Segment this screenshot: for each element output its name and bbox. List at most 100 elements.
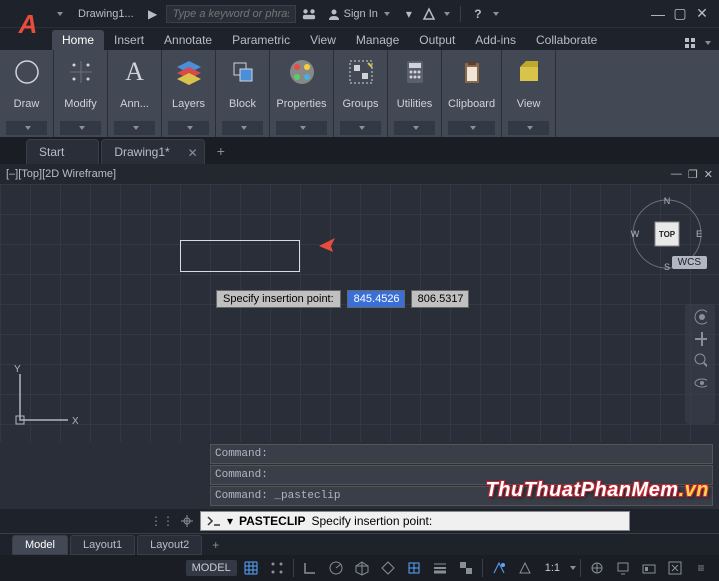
customize-icon[interactable] — [180, 514, 194, 528]
chevron-down-icon[interactable] — [705, 41, 711, 45]
grid-display-icon[interactable] — [239, 558, 263, 578]
chevron-down-icon[interactable] — [493, 12, 499, 16]
file-tab-current[interactable]: Drawing1*✕ — [101, 139, 204, 164]
recent-play-icon[interactable]: ▶ — [146, 7, 160, 21]
ucs-icon[interactable]: Y X — [8, 364, 78, 434]
file-tab-start[interactable]: Start — [26, 139, 99, 164]
panel-expand[interactable] — [60, 121, 101, 135]
close-button[interactable]: ✕ — [695, 7, 709, 21]
ortho-icon[interactable] — [298, 558, 322, 578]
search-input[interactable] — [166, 5, 296, 23]
ribbon-panel-utilities[interactable]: Utilities — [388, 50, 442, 137]
groups-icon — [345, 56, 377, 88]
ribbon-tab-addins[interactable]: Add-ins — [465, 30, 526, 50]
anno-scale-value[interactable]: 1:1 — [539, 560, 566, 576]
workspace-icon[interactable] — [585, 558, 609, 578]
annovisibility-icon[interactable] — [513, 558, 537, 578]
autosnap-icon[interactable] — [402, 558, 426, 578]
ribbon-tabs: Home Insert Annotate Parametric View Man… — [0, 28, 719, 50]
ribbon-panel-modify[interactable]: Modify — [54, 50, 108, 137]
ribbon-panel-draw[interactable]: Draw — [0, 50, 54, 137]
ribbon-panel-view[interactable]: View — [502, 50, 556, 137]
app-icon[interactable] — [422, 7, 436, 21]
ribbon-tab-parametric[interactable]: Parametric — [222, 30, 300, 50]
panel-expand[interactable] — [276, 121, 327, 135]
y-coord-input[interactable]: 806.5317 — [411, 290, 469, 308]
zoom-icon[interactable] — [693, 354, 707, 368]
panel-expand[interactable] — [508, 121, 549, 135]
ribbon-tab-insert[interactable]: Insert — [104, 30, 154, 50]
annotation-monitor-icon[interactable] — [611, 558, 635, 578]
chevron-down-icon[interactable] — [570, 566, 576, 570]
file-tabs: Start Drawing1*✕ + — [0, 138, 719, 164]
panel-expand[interactable] — [394, 121, 435, 135]
viewport-controls-label[interactable]: [–][Top][2D Wireframe] — [6, 168, 116, 180]
layout-tab-layout2[interactable]: Layout2 — [137, 535, 202, 555]
dynamic-input: Specify insertion point: 845.4526 806.53… — [216, 290, 469, 308]
app-logo[interactable]: A — [10, 7, 46, 43]
hardware-accel-icon[interactable] — [637, 558, 661, 578]
help-icon[interactable]: ? — [471, 7, 485, 21]
ribbon-panel-annotate[interactable]: A Ann... — [108, 50, 162, 137]
close-icon[interactable]: ✕ — [188, 146, 198, 160]
ribbon-tab-manage[interactable]: Manage — [346, 30, 409, 50]
ribbon-tab-view[interactable]: View — [300, 30, 346, 50]
snap-mode-icon[interactable] — [265, 558, 289, 578]
ribbon-tab-annotate[interactable]: Annotate — [154, 30, 222, 50]
exchange-icon[interactable]: ▾ — [402, 7, 416, 21]
polar-icon[interactable] — [324, 558, 348, 578]
panel-expand[interactable] — [222, 121, 263, 135]
qat-chevron-icon[interactable] — [52, 7, 66, 21]
ribbon-panel-block[interactable]: Block — [216, 50, 270, 137]
panel-expand[interactable] — [6, 121, 47, 135]
ribbon: Draw Modify A Ann... Layers Block Proper… — [0, 50, 719, 138]
vp-close-icon[interactable]: ✕ — [704, 168, 713, 181]
sign-in-button[interactable]: Sign In — [322, 6, 396, 22]
osnap-icon[interactable] — [376, 558, 400, 578]
command-input[interactable]: ▾ PASTECLIP Specify insertion point: — [200, 511, 630, 531]
steering-wheel-icon[interactable] — [693, 310, 707, 324]
tooltip-label: Specify insertion point: — [216, 290, 341, 308]
layout-tab-layout1[interactable]: Layout1 — [70, 535, 135, 555]
customization-icon[interactable]: ≡ — [689, 558, 713, 578]
svg-text:TOP: TOP — [659, 230, 676, 239]
isodraft-icon[interactable] — [350, 558, 374, 578]
ribbon-panel-clipboard[interactable]: Clipboard — [442, 50, 502, 137]
panel-expand[interactable] — [114, 121, 155, 135]
clean-screen-icon[interactable] — [663, 558, 687, 578]
model-space-button[interactable]: MODEL — [186, 560, 237, 576]
ribbon-panel-groups[interactable]: Groups — [334, 50, 388, 137]
file-tab-add[interactable]: + — [207, 138, 235, 164]
x-coord-input[interactable]: 845.4526 — [347, 290, 405, 308]
rectangle-object[interactable] — [180, 240, 300, 272]
panel-expand[interactable] — [448, 121, 495, 135]
chevron-down-icon[interactable] — [444, 12, 450, 16]
ribbon-tab-collaborate[interactable]: Collaborate — [526, 30, 607, 50]
lineweight-icon[interactable] — [428, 558, 452, 578]
grip-icon[interactable]: ⋮⋮ — [150, 514, 174, 528]
layout-tab-model[interactable]: Model — [12, 535, 68, 555]
ribbon-tab-output[interactable]: Output — [409, 30, 465, 50]
ribbon-panel-layers[interactable]: Layers — [162, 50, 216, 137]
minimize-button[interactable]: — — [651, 7, 665, 21]
view-icon — [513, 56, 545, 88]
maximize-button[interactable]: ▢ — [673, 7, 687, 21]
vp-minimize-icon[interactable]: — — [671, 168, 682, 181]
panel-expand[interactable] — [168, 121, 209, 135]
ribbon-panel-properties[interactable]: Properties — [270, 50, 334, 137]
drawing-canvas[interactable]: Specify insertion point: 845.4526 806.53… — [0, 184, 719, 442]
annoscale-icon[interactable] — [487, 558, 511, 578]
orbit-icon[interactable] — [693, 376, 707, 390]
calculator-icon — [399, 56, 431, 88]
vp-restore-icon[interactable]: ❐ — [688, 168, 698, 181]
ribbon-tab-home[interactable]: Home — [52, 30, 104, 50]
featured-apps-icon[interactable] — [683, 36, 697, 50]
panel-expand[interactable] — [340, 121, 381, 135]
pan-icon[interactable] — [693, 332, 707, 346]
cmd-history-line: Command: — [210, 465, 713, 485]
a360-icon[interactable] — [302, 7, 316, 21]
wcs-badge[interactable]: WCS — [672, 256, 707, 269]
layout-add[interactable]: + — [204, 535, 227, 555]
transparency-icon[interactable] — [454, 558, 478, 578]
navigation-bar[interactable] — [685, 304, 715, 424]
